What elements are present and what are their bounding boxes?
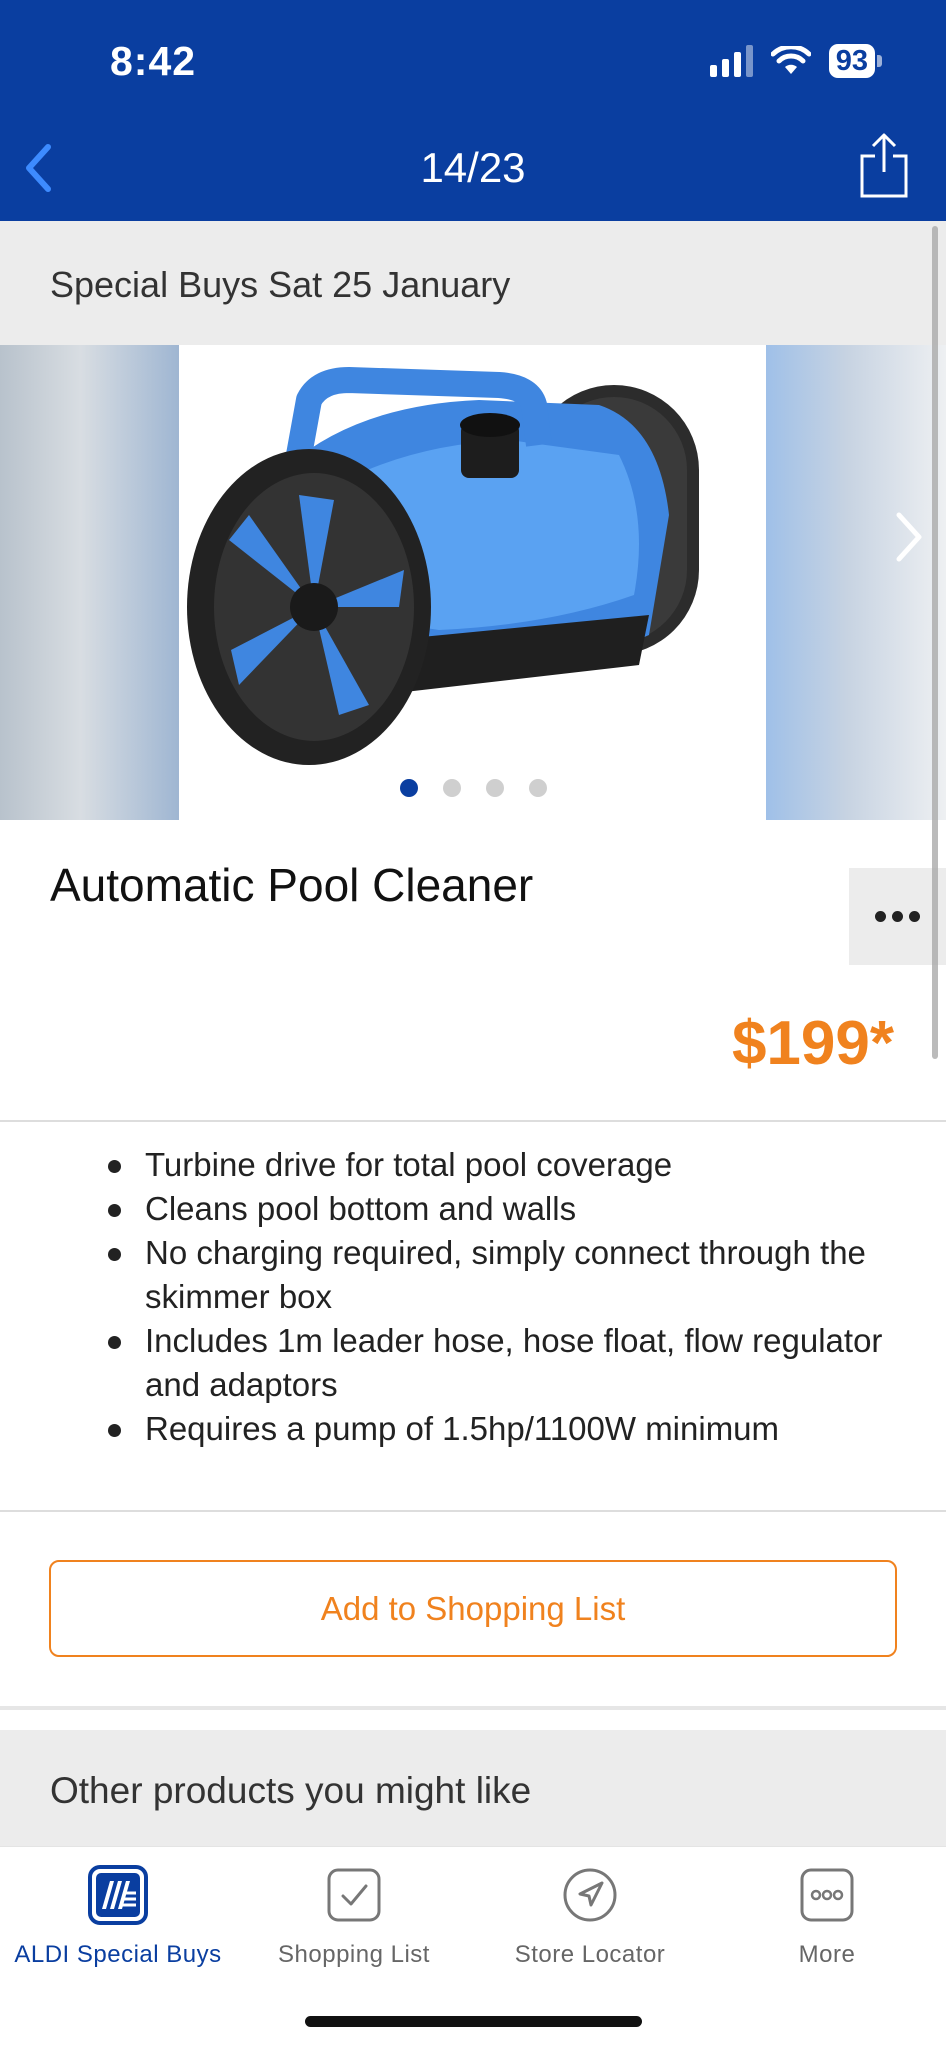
status-time: 8:42 bbox=[110, 38, 197, 84]
cellular-signal-icon bbox=[709, 45, 753, 77]
chevron-right-icon bbox=[896, 512, 922, 562]
tab-store-locator[interactable]: Store Locator bbox=[472, 1865, 708, 1969]
share-icon bbox=[860, 133, 908, 198]
special-buys-date: Special Buys Sat 25 January bbox=[50, 264, 511, 305]
feature-list: Turbine drive for total pool coverage Cl… bbox=[105, 1143, 905, 1451]
battery-level: 93 bbox=[828, 44, 875, 78]
image-counter: 14/23 bbox=[420, 144, 526, 191]
tab-shopping-list[interactable]: Shopping List bbox=[236, 1865, 472, 1969]
location-arrow-icon bbox=[560, 1865, 620, 1925]
carousel-dot[interactable] bbox=[399, 779, 418, 797]
status-icons: 93 bbox=[709, 44, 882, 78]
other-products-heading: Other products you might like bbox=[50, 1770, 532, 1811]
divider bbox=[0, 1120, 946, 1122]
tab-label: Shopping List bbox=[278, 1941, 430, 1968]
feature-item: Cleans pool bottom and walls bbox=[105, 1187, 905, 1231]
tab-label: More bbox=[798, 1941, 856, 1968]
scrollbar[interactable] bbox=[932, 226, 938, 1059]
tab-aldi-special-buys[interactable]: ALDI Special Buys bbox=[0, 1865, 236, 1969]
carousel-page-indicator[interactable] bbox=[0, 779, 946, 797]
ellipsis-icon bbox=[875, 911, 886, 922]
more-icon bbox=[797, 1865, 857, 1925]
home-indicator[interactable] bbox=[305, 2016, 642, 2027]
product-image bbox=[179, 345, 766, 820]
divider bbox=[0, 1510, 946, 1512]
carousel-dot[interactable] bbox=[442, 779, 461, 797]
feature-item: No charging required, simply connect thr… bbox=[105, 1231, 905, 1319]
divider bbox=[0, 1706, 946, 1710]
pool-cleaner-image bbox=[187, 367, 699, 765]
next-product-peek[interactable] bbox=[766, 345, 946, 820]
product-price: $199* bbox=[731, 1009, 894, 1078]
top-bar: 8:42 93 14/23 bbox=[0, 0, 946, 221]
wifi-icon bbox=[770, 46, 811, 74]
tab-label: Store Locator bbox=[514, 1941, 666, 1968]
carousel-dot[interactable] bbox=[485, 779, 504, 797]
tab-more[interactable]: More bbox=[709, 1865, 945, 1969]
aldi-logo-icon bbox=[88, 1865, 148, 1925]
product-carousel[interactable] bbox=[0, 345, 946, 820]
checklist-icon bbox=[324, 1865, 384, 1925]
battery-icon: 93 bbox=[828, 44, 882, 78]
feature-item: Includes 1m leader hose, hose float, flo… bbox=[105, 1319, 905, 1407]
feature-item: Requires a pump of 1.5hp/1100W minimum bbox=[105, 1407, 905, 1451]
previous-product-peek[interactable] bbox=[0, 345, 179, 820]
add-to-shopping-list-button[interactable]: Add to Shopping List bbox=[49, 1560, 897, 1657]
carousel-dot[interactable] bbox=[528, 779, 547, 797]
feature-item: Turbine drive for total pool coverage bbox=[105, 1143, 905, 1187]
share-button[interactable] bbox=[858, 132, 910, 200]
product-title: Automatic Pool Cleaner bbox=[50, 859, 534, 911]
tab-label: ALDI Special Buys bbox=[14, 1941, 222, 1968]
